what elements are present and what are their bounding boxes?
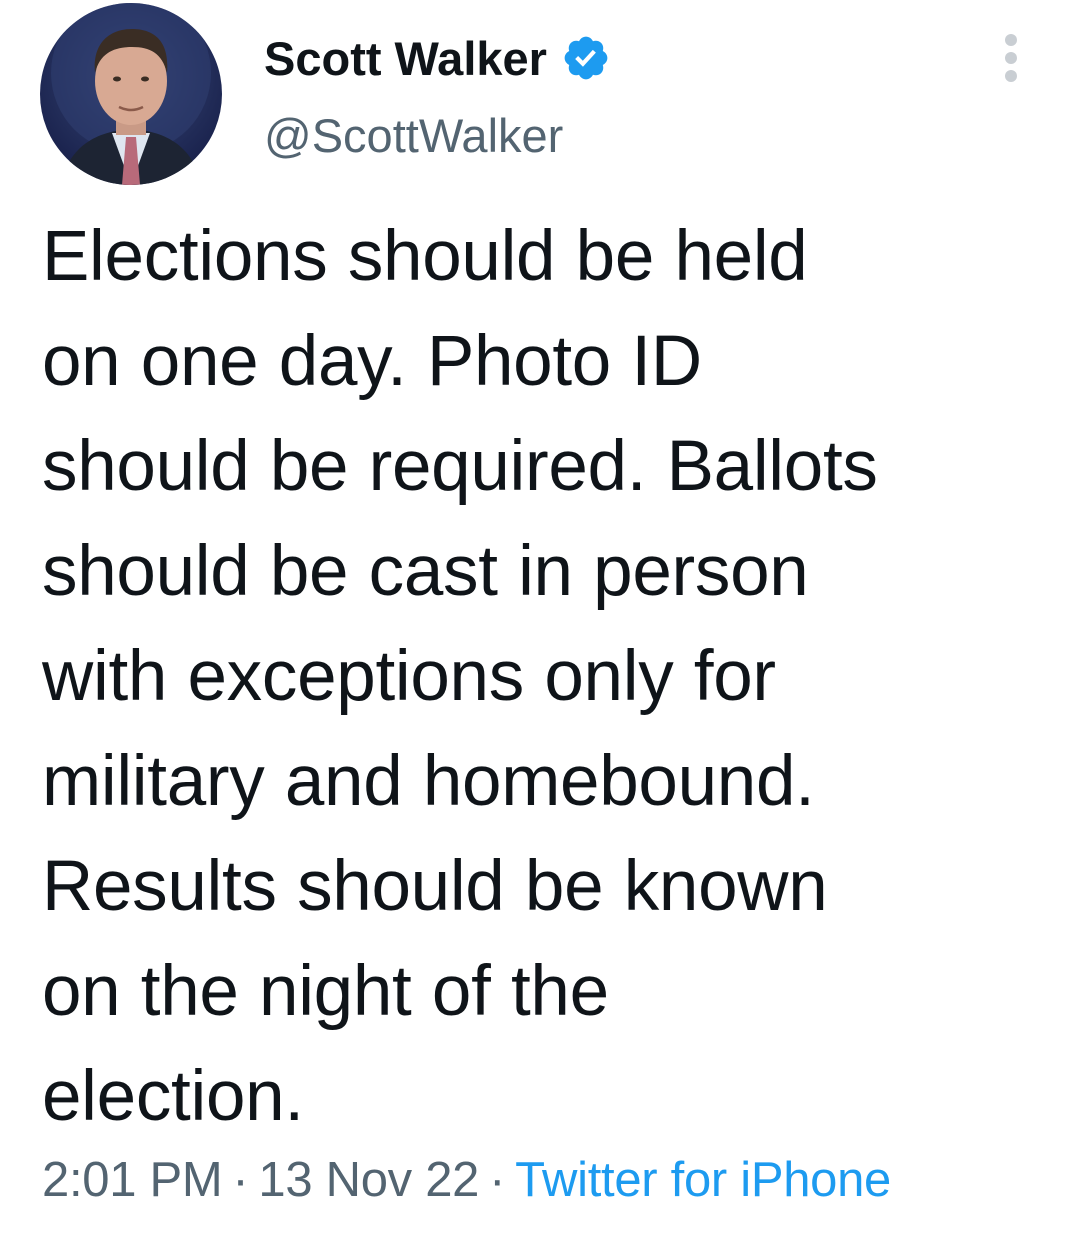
tweet-text: Elections should be held on one day. Pho… [42,204,1052,1149]
tweet-metadata: 2:01 PM · 13 Nov 22 · Twitter for iPhone [42,1152,891,1208]
tweet-text-line: with exceptions only for [42,637,776,716]
tweet-source-link[interactable]: Twitter for iPhone [515,1153,891,1207]
meta-separator: · [232,1153,249,1207]
meta-separator: · [489,1153,506,1207]
author-display-name[interactable]: Scott Walker [264,31,547,86]
more-options-icon[interactable] [996,34,1026,82]
tweet-text-line: should be cast in person [42,532,809,611]
tweet-text-line: Elections should be held [42,217,808,296]
tweet-text-line: should be required. Ballots [42,427,878,506]
tweet-text-line: on one day. Photo ID [42,322,702,401]
tweet-date[interactable]: 13 Nov 22 [258,1153,479,1207]
verified-badge-icon [561,33,611,83]
tweet: Scott Walker @ScottWalker Elections shou… [0,0,1080,1251]
author-name-row: Scott Walker [264,28,611,88]
avatar[interactable] [40,3,222,185]
tweet-text-line: on the night of the [42,952,609,1031]
profile-photo-icon [51,3,211,185]
author-handle[interactable]: @ScottWalker [264,108,563,163]
tweet-text-line: Results should be known [42,847,828,926]
tweet-text-line: election. [42,1057,304,1136]
tweet-time[interactable]: 2:01 PM [42,1153,223,1207]
tweet-text-line: military and homebound. [42,742,815,821]
